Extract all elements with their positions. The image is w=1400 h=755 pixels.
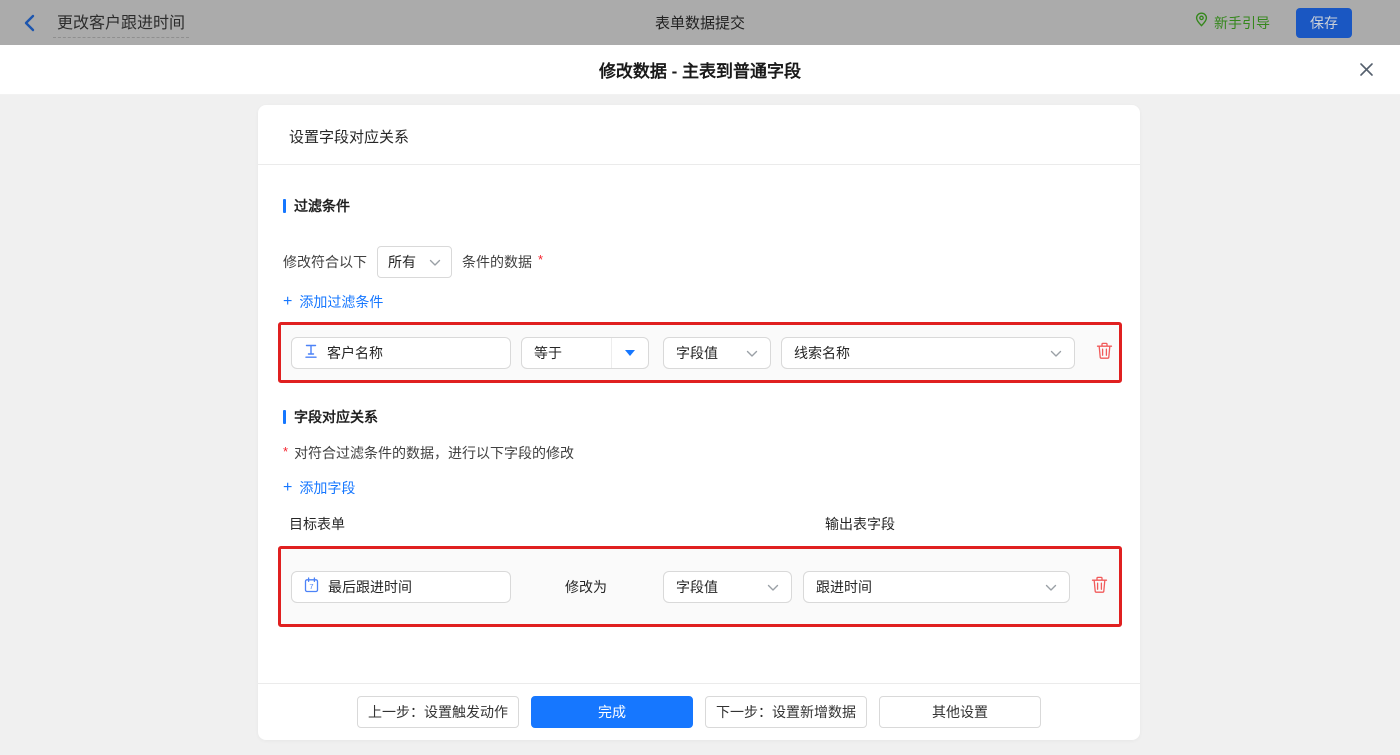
mapping-section-label: 字段对应关系 [294, 407, 378, 427]
modal-body: 设置字段对应关系 过滤条件 修改符合以下 所有 条件的数据 [0, 95, 1400, 755]
calendar-date-icon: 7 [304, 577, 319, 596]
save-button[interactable]: 保存 [1296, 8, 1352, 38]
mapping-description-line: * 对符合过滤条件的数据，进行以下字段的修改 [283, 443, 1122, 463]
mapping-section-title: 字段对应关系 [283, 407, 1122, 427]
card-title: 设置字段对应关系 [258, 105, 1140, 165]
required-asterisk: * [538, 252, 543, 267]
modal-header: 修改数据 - 主表到普通字段 [0, 45, 1400, 95]
filter-value-type: 字段值 [676, 343, 718, 363]
section-accent-bar [283, 199, 286, 213]
add-field-link[interactable]: + 添加字段 [283, 478, 355, 498]
section-accent-bar [283, 410, 286, 424]
filter-field-value: 客户名称 [327, 343, 383, 363]
condition-prefix: 修改符合以下 [283, 252, 367, 272]
caret-down-icon [611, 338, 648, 368]
modal-title: 修改数据 - 主表到普通字段 [599, 57, 801, 82]
chevron-down-icon [429, 254, 441, 270]
mapping-value-type: 字段值 [676, 577, 718, 597]
mapping-value: 跟进时间 [816, 577, 872, 597]
target-form-column-header: 目标表单 [289, 514, 345, 534]
guide-label: 新手引导 [1214, 13, 1270, 33]
topbar: 更改客户跟进时间 表单数据提交 新手引导 保存 [0, 0, 1400, 45]
filter-value-select[interactable]: 线索名称 [781, 337, 1075, 369]
topbar-left: 更改客户跟进时间 [22, 7, 189, 38]
done-button[interactable]: 完成 [531, 696, 693, 728]
trash-icon [1091, 576, 1108, 597]
filter-condition-row: 客户名称 等于 字段值 线索名称 [278, 322, 1122, 383]
svg-text:7: 7 [309, 582, 313, 591]
guide-pin-icon [1194, 12, 1209, 34]
screen: 更改客户跟进时间 表单数据提交 新手引导 保存 修改数据 - 主表到普通字段 设… [0, 0, 1400, 755]
add-field-label: 添加字段 [299, 478, 355, 498]
modify-to-label: 修改为 [565, 577, 607, 597]
plus-icon: + [283, 294, 292, 310]
output-field-column-header: 输出表字段 [825, 514, 895, 534]
condition-suffix: 条件的数据 [462, 252, 532, 272]
chevron-down-icon [1045, 579, 1057, 595]
operator-select[interactable]: 等于 [521, 337, 649, 369]
plus-icon: + [283, 480, 292, 496]
required-asterisk: * [283, 444, 288, 459]
page-title: 表单数据提交 [655, 12, 745, 33]
mapping-column-headers: 目标表单 输出表字段 [283, 514, 1122, 530]
mapping-field-value: 最后跟进时间 [328, 577, 412, 597]
condition-line: 修改符合以下 所有 条件的数据 * [283, 246, 1122, 278]
mapping-value-type-select[interactable]: 字段值 [663, 571, 792, 603]
filter-value: 线索名称 [794, 343, 850, 363]
close-icon[interactable] [1356, 59, 1376, 79]
match-mode-select[interactable]: 所有 [377, 246, 452, 278]
back-icon[interactable] [22, 14, 37, 32]
trash-icon [1096, 342, 1113, 363]
topbar-right: 新手引导 保存 [1194, 8, 1352, 38]
operator-value: 等于 [522, 338, 611, 368]
match-mode-value: 所有 [388, 252, 416, 272]
field-mapping-row: 7 最后跟进时间 修改为 字段值 跟进时间 [278, 546, 1122, 627]
next-step-button[interactable]: 下一步：设置新增数据 [705, 696, 867, 728]
beginner-guide-link[interactable]: 新手引导 [1194, 12, 1270, 34]
other-settings-button[interactable]: 其他设置 [879, 696, 1041, 728]
card-content: 过滤条件 修改符合以下 所有 条件的数据 * + 添加过滤条件 [258, 165, 1140, 683]
mapping-description: 对符合过滤条件的数据，进行以下字段的修改 [294, 443, 574, 463]
mapping-field-input[interactable]: 7 最后跟进时间 [291, 571, 511, 603]
prev-step-button[interactable]: 上一步：设置触发动作 [357, 696, 519, 728]
card-footer: 上一步：设置触发动作 完成 下一步：设置新增数据 其他设置 [258, 683, 1140, 740]
filter-value-type-select[interactable]: 字段值 [663, 337, 771, 369]
chevron-down-icon [767, 579, 779, 595]
add-filter-condition-label: 添加过滤条件 [299, 292, 383, 312]
filter-field-input[interactable]: 客户名称 [291, 337, 511, 369]
automation-name[interactable]: 更改客户跟进时间 [53, 7, 189, 38]
delete-mapping-row-button[interactable] [1087, 575, 1111, 599]
mapping-value-select[interactable]: 跟进时间 [803, 571, 1070, 603]
settings-card: 设置字段对应关系 过滤条件 修改符合以下 所有 条件的数据 [258, 105, 1140, 740]
filter-section-label: 过滤条件 [294, 196, 350, 216]
chevron-down-icon [746, 345, 758, 361]
text-field-icon [304, 343, 318, 362]
delete-filter-row-button[interactable] [1092, 341, 1116, 365]
filter-section-title: 过滤条件 [283, 196, 1122, 216]
chevron-down-icon [1050, 345, 1062, 361]
add-filter-condition-link[interactable]: + 添加过滤条件 [283, 292, 383, 312]
